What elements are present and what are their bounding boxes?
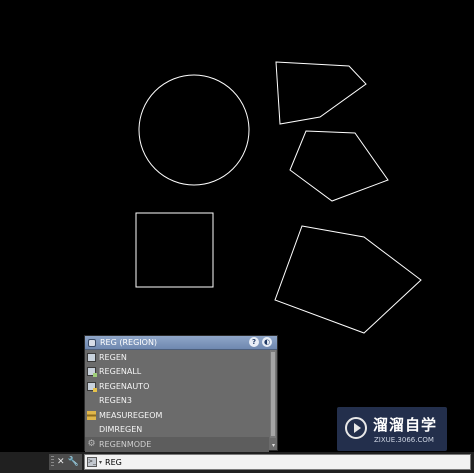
- suggestion-regenall[interactable]: REGENALL: [85, 365, 269, 380]
- watermark-url: ZIXUE.3066.COM: [374, 436, 434, 444]
- suggestion-label: REGEN3: [99, 396, 132, 406]
- suggestion-label: REGENMODE: [99, 439, 152, 449]
- large-pentagon-shape[interactable]: [274, 225, 422, 334]
- command-input[interactable]: [105, 457, 306, 467]
- gear-icon: ⚙: [87, 438, 96, 449]
- suggestion-label: DIMREGEN: [99, 425, 143, 435]
- suggestion-label: REGENAUTO: [99, 381, 150, 391]
- suggestion-list: REGEN REGENALL REGENAUTO REGEN3 MEASUREG…: [85, 350, 269, 452]
- browse-icon[interactable]: ◐: [262, 337, 272, 347]
- suggestion-label: MEASUREGEOM: [99, 410, 163, 420]
- popup-scrollbar[interactable]: [270, 350, 276, 438]
- measure-icon: [87, 410, 96, 420]
- quadrilateral-shape[interactable]: [275, 61, 367, 125]
- suggestion-dimregen[interactable]: DIMREGEN: [85, 423, 269, 438]
- suggestion-label: REGEN: [99, 352, 127, 362]
- wrench-icon[interactable]: 🔧: [68, 457, 79, 467]
- regenauto-icon: [87, 381, 97, 392]
- question-icon[interactable]: ?: [249, 337, 259, 347]
- watermark-title: 溜溜自学: [373, 416, 438, 434]
- popup-header: REG (REGION) ? ◐: [85, 336, 277, 350]
- popup-title[interactable]: REG (REGION): [100, 338, 157, 347]
- square-shape[interactable]: [135, 212, 214, 288]
- command-icon: [88, 338, 96, 347]
- autocomplete-popup: REG (REGION) ? ◐ REGEN REGENALL REGENAUT…: [84, 335, 278, 452]
- pentagon-shape[interactable]: [289, 130, 389, 202]
- command-line-bar: ✕ 🔧 >_ ▾: [0, 452, 474, 473]
- suggestion-regen3[interactable]: REGEN3: [85, 394, 269, 409]
- scroll-down-icon[interactable]: ▾: [272, 442, 275, 449]
- close-icon[interactable]: ✕: [57, 457, 65, 467]
- suggestion-regenauto[interactable]: REGENAUTO: [85, 379, 269, 394]
- prompt-icon[interactable]: >_: [87, 457, 97, 467]
- regenall-icon: [87, 367, 97, 378]
- dropdown-arrow-icon[interactable]: ▾: [99, 459, 102, 466]
- scrollbar-thumb[interactable]: [271, 352, 275, 436]
- suggestion-label: REGENALL: [99, 367, 142, 377]
- play-logo-icon: [345, 417, 367, 439]
- suggestion-regenmode[interactable]: ⚙ REGENMODE: [85, 437, 269, 452]
- regen-icon: [87, 352, 96, 362]
- command-input-field[interactable]: >_ ▾: [84, 454, 471, 470]
- watermark: 溜溜自学 ZIXUE.3066.COM: [337, 407, 447, 451]
- command-line-tools: ✕ 🔧: [49, 454, 82, 470]
- circle-shape[interactable]: [138, 74, 250, 186]
- grip-handle-icon[interactable]: [51, 456, 54, 468]
- suggestion-regen[interactable]: REGEN: [85, 350, 269, 365]
- suggestion-measuregeom[interactable]: MEASUREGEOM: [85, 408, 269, 423]
